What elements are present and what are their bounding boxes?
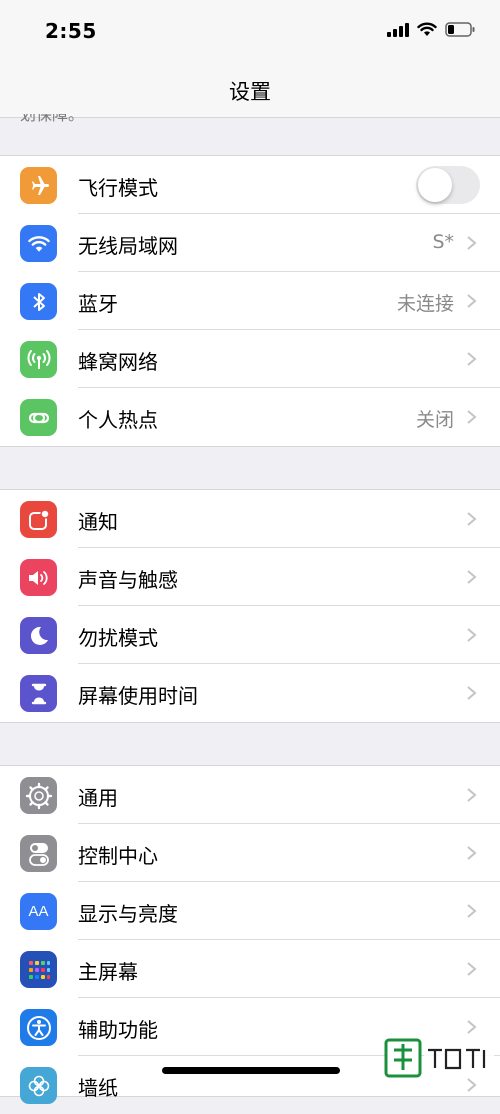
display-icon: AA — [20, 893, 57, 930]
sound-icon — [20, 559, 57, 596]
chevron-right-icon — [467, 236, 477, 250]
row-label: 通用 — [78, 786, 118, 810]
chevron-right-icon — [467, 410, 477, 424]
cellular-icon — [20, 341, 57, 378]
settings-group-connectivity: 飞行模式 无线局域网 S* 蓝牙 未连接 蜂窝网络 个人热点 关闭 — [0, 155, 500, 447]
row-notifications[interactable]: 通知 — [0, 490, 500, 548]
page-title: 设置 — [229, 80, 271, 104]
row-label: 墙纸 — [78, 1076, 118, 1100]
row-label: 飞行模式 — [78, 176, 158, 200]
chevron-right-icon — [467, 570, 477, 584]
row-general[interactable]: 通用 — [0, 766, 500, 824]
bluetooth-icon — [20, 283, 57, 320]
row-label: 控制中心 — [78, 844, 158, 868]
chevron-right-icon — [467, 352, 477, 366]
battery-icon — [445, 22, 475, 37]
row-control-center[interactable]: 控制中心 — [0, 824, 500, 882]
notifications-icon — [20, 501, 57, 538]
signal-icon — [387, 22, 409, 37]
chevron-right-icon — [467, 686, 477, 700]
row-do-not-disturb[interactable]: 勿扰模式 — [0, 606, 500, 664]
row-value: S* — [432, 231, 454, 253]
gear-icon — [20, 777, 57, 814]
status-time: 2:55 — [45, 19, 97, 43]
row-label: 主屏幕 — [78, 960, 138, 984]
airplane-mode-toggle[interactable] — [416, 166, 480, 204]
row-home-screen[interactable]: 主屏幕 — [0, 940, 500, 998]
row-label: 蜂窝网络 — [78, 350, 158, 374]
row-label: 辅助功能 — [78, 1018, 158, 1042]
truncated-text: 划保障。 — [20, 114, 84, 123]
row-label: 勿扰模式 — [78, 626, 158, 650]
row-airplane-mode[interactable]: 飞行模式 — [0, 156, 500, 214]
home-screen-icon — [20, 951, 57, 988]
row-bluetooth[interactable]: 蓝牙 未连接 — [0, 272, 500, 330]
chevron-right-icon — [467, 512, 477, 526]
chevron-right-icon — [467, 962, 477, 976]
hotspot-icon — [20, 399, 57, 436]
chevron-right-icon — [467, 846, 477, 860]
row-label: 个人热点 — [78, 408, 158, 432]
control-center-icon — [20, 835, 57, 872]
wifi-icon — [20, 225, 57, 262]
home-indicator[interactable] — [162, 1067, 340, 1074]
row-cellular[interactable]: 蜂窝网络 — [0, 330, 500, 388]
row-display-brightness[interactable]: AA 显示与亮度 — [0, 882, 500, 940]
accessibility-icon — [20, 1009, 57, 1046]
row-label: 屏幕使用时间 — [78, 684, 198, 708]
row-screen-time[interactable]: 屏幕使用时间 — [0, 664, 500, 722]
row-label: 声音与触感 — [78, 568, 178, 592]
moon-icon — [20, 617, 57, 654]
watermark-logo — [384, 1038, 494, 1078]
navigation-bar: 设置 — [0, 60, 500, 118]
hourglass-icon — [20, 675, 57, 712]
chevron-right-icon — [467, 628, 477, 642]
chevron-right-icon — [467, 294, 477, 308]
row-sounds-haptics[interactable]: 声音与触感 — [0, 548, 500, 606]
row-label: 无线局域网 — [78, 234, 178, 258]
row-value: 关闭 — [415, 409, 454, 431]
status-bar: 2:55 — [0, 0, 500, 60]
wallpaper-icon — [20, 1067, 57, 1104]
row-personal-hotspot[interactable]: 个人热点 关闭 — [0, 388, 500, 446]
row-label: 显示与亮度 — [78, 902, 178, 926]
display-icon-glyph: AA — [28, 903, 49, 920]
airplane-icon — [20, 167, 57, 204]
row-label: 蓝牙 — [78, 292, 118, 316]
chevron-right-icon — [467, 788, 477, 802]
row-label: 通知 — [78, 510, 118, 534]
chevron-right-icon — [467, 904, 477, 918]
row-wlan[interactable]: 无线局域网 S* — [0, 214, 500, 272]
status-icons — [387, 22, 476, 37]
row-value: 未连接 — [396, 293, 454, 315]
wifi-icon — [417, 22, 437, 36]
settings-group-notifications: 通知 声音与触感 勿扰模式 屏幕使用时间 — [0, 489, 500, 723]
toggle-knob — [418, 168, 452, 202]
